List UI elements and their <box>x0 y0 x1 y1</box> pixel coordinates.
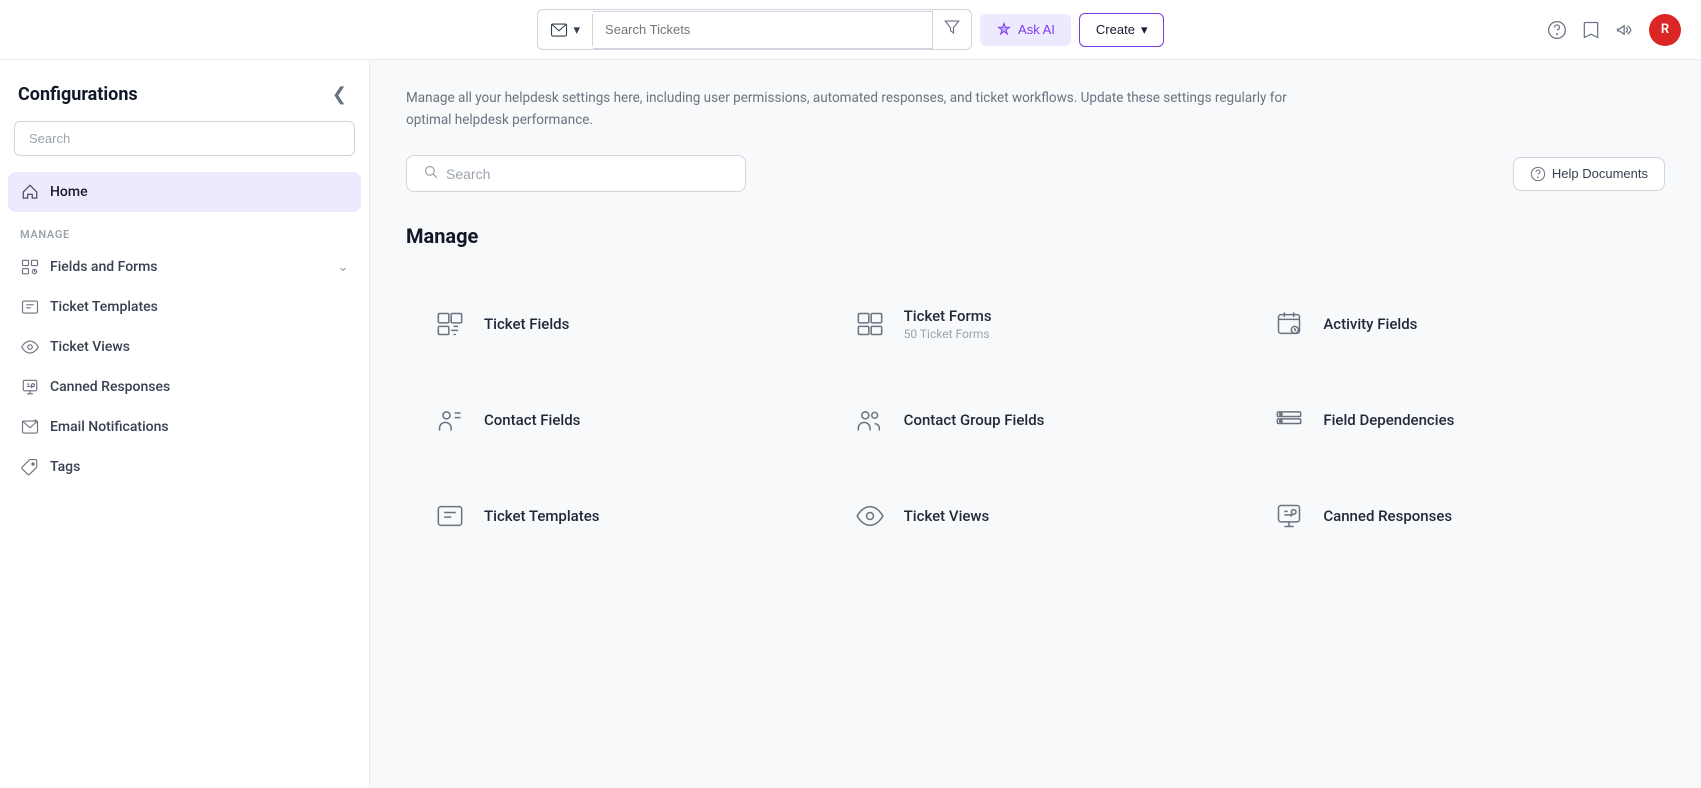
grid-item-field-dependencies[interactable]: Field Dependencies <box>1245 372 1665 468</box>
sidebar-item-label-fields: Fields and Forms <box>50 259 327 275</box>
grid-item-label-ticket-fields: Ticket Fields <box>484 315 569 333</box>
sidebar-nav: Home MANAGE Fields and Forms ⌄ <box>0 172 369 487</box>
grid-item-ticket-templates[interactable]: Ticket Templates <box>406 468 826 564</box>
ask-ai-button[interactable]: Ask AI <box>980 14 1071 46</box>
sidebar-section-manage: MANAGE <box>8 212 361 247</box>
grid-item-ticket-fields[interactable]: Ticket Fields <box>406 276 826 372</box>
content-search-icon <box>423 164 438 183</box>
grid-item-activity-fields[interactable]: Activity Fields <box>1245 276 1665 372</box>
create-button[interactable]: Create ▾ <box>1079 13 1165 47</box>
manage-section-title: Manage <box>406 224 1665 248</box>
sidebar-item-fields-and-forms[interactable]: Fields and Forms ⌄ <box>8 247 361 287</box>
grid-item-ticket-forms[interactable]: Ticket Forms 50 Ticket Forms <box>826 276 1246 372</box>
top-header: ▾ Ask AI Create ▾ <box>0 0 1701 60</box>
sidebar-item-label-views: Ticket Views <box>50 339 349 355</box>
grid-item-ticket-views[interactable]: Ticket Views <box>826 468 1246 564</box>
search-tickets-input[interactable] <box>593 11 933 49</box>
grid-item-contact-group-fields[interactable]: Contact Group Fields <box>826 372 1246 468</box>
grid-item-label-ticket-views: Ticket Views <box>904 507 990 525</box>
canned-responses-icon <box>20 378 40 396</box>
announce-icon <box>1615 20 1635 40</box>
ai-icon <box>996 22 1012 38</box>
avatar[interactable]: R <box>1649 14 1681 46</box>
field-dependencies-icon <box>1269 400 1309 440</box>
ticket-forms-icon <box>850 304 890 344</box>
sidebar-item-ticket-templates[interactable]: Ticket Templates <box>8 287 361 327</box>
sidebar-item-canned-responses[interactable]: Canned Responses <box>8 367 361 407</box>
help-docs-icon <box>1530 166 1546 182</box>
content-search-row: Help Documents <box>406 155 1665 192</box>
sidebar-search-input[interactable] <box>14 121 355 156</box>
sidebar: Configurations ❮ Home MANAGE <box>0 60 370 788</box>
sidebar-item-label-email: Email Notifications <box>50 419 349 435</box>
main-layout: Configurations ❮ Home MANAGE <box>0 60 1701 788</box>
sidebar-item-ticket-views[interactable]: Ticket Views <box>8 327 361 367</box>
page-description: Manage all your helpdesk settings here, … <box>406 88 1306 131</box>
eye-icon <box>20 338 40 356</box>
canned-responses-grid-icon <box>1269 496 1309 536</box>
fields-icon <box>20 258 40 276</box>
home-icon <box>20 183 40 201</box>
filter-icon <box>943 18 961 36</box>
grid-item-canned-responses[interactable]: Canned Responses <box>1245 468 1665 564</box>
grid-item-label-field-dependencies: Field Dependencies <box>1323 411 1454 429</box>
announce-button[interactable] <box>1615 20 1635 40</box>
bookmark-icon <box>1581 20 1601 40</box>
header-icons: R <box>1547 14 1681 46</box>
tags-icon <box>20 458 40 476</box>
sidebar-item-tags[interactable]: Tags <box>8 447 361 487</box>
header-search-area: ▾ Ask AI Create ▾ <box>537 9 1165 50</box>
bookmark-button[interactable] <box>1581 20 1601 40</box>
sidebar-header: Configurations ❮ <box>0 60 369 121</box>
help-button[interactable] <box>1547 20 1567 40</box>
search-bar-container: ▾ <box>537 9 973 50</box>
grid-item-label-ticket-templates: Ticket Templates <box>484 507 600 525</box>
grid-item-label-ticket-forms: Ticket Forms <box>904 307 992 325</box>
grid-item-label-activity-fields: Activity Fields <box>1323 315 1417 333</box>
email-notifications-icon <box>20 418 40 436</box>
sidebar-item-label-templates: Ticket Templates <box>50 299 349 315</box>
content-search-input[interactable] <box>446 166 729 182</box>
grid-item-sublabel-ticket-forms: 50 Ticket Forms <box>904 327 992 341</box>
ticket-type-label: ▾ <box>574 22 581 38</box>
ask-ai-label: Ask AI <box>1018 22 1055 37</box>
sidebar-item-label-home: Home <box>50 184 349 200</box>
help-icon <box>1547 20 1567 40</box>
contact-group-fields-icon <box>850 400 890 440</box>
collapse-icon: ❮ <box>332 84 347 104</box>
activity-fields-icon <box>1269 304 1309 344</box>
create-label: Create <box>1096 22 1135 37</box>
sidebar-item-label-canned: Canned Responses <box>50 379 349 395</box>
ticket-views-grid-icon <box>850 496 890 536</box>
sidebar-item-label-tags: Tags <box>50 459 349 475</box>
sidebar-collapse-button[interactable]: ❮ <box>328 80 351 109</box>
ticket-type-button[interactable]: ▾ <box>538 14 594 46</box>
sidebar-title: Configurations <box>18 84 138 105</box>
manage-grid: Ticket Fields Ticket Forms 50 Ticket For… <box>406 276 1665 564</box>
grid-item-label-canned-responses: Canned Responses <box>1323 507 1452 525</box>
main-content: Manage all your helpdesk settings here, … <box>370 60 1701 788</box>
contact-fields-icon <box>430 400 470 440</box>
sidebar-search <box>14 121 355 156</box>
help-docs-button[interactable]: Help Documents <box>1513 157 1665 191</box>
sidebar-item-home[interactable]: Home <box>8 172 361 212</box>
grid-item-label-contact-group-fields: Contact Group Fields <box>904 411 1045 429</box>
sidebar-item-email-notifications[interactable]: Email Notifications <box>8 407 361 447</box>
grid-item-contact-fields[interactable]: Contact Fields <box>406 372 826 468</box>
help-docs-label: Help Documents <box>1552 166 1648 181</box>
filter-button[interactable] <box>933 10 971 49</box>
ticket-fields-icon <box>430 304 470 344</box>
envelope-icon <box>550 21 568 39</box>
create-chevron-icon: ▾ <box>1141 22 1148 38</box>
ticket-templates-icon <box>20 298 40 316</box>
content-search-box <box>406 155 746 192</box>
ticket-templates-grid-icon <box>430 496 470 536</box>
grid-item-label-contact-fields: Contact Fields <box>484 411 580 429</box>
chevron-down-icon: ⌄ <box>337 259 349 275</box>
